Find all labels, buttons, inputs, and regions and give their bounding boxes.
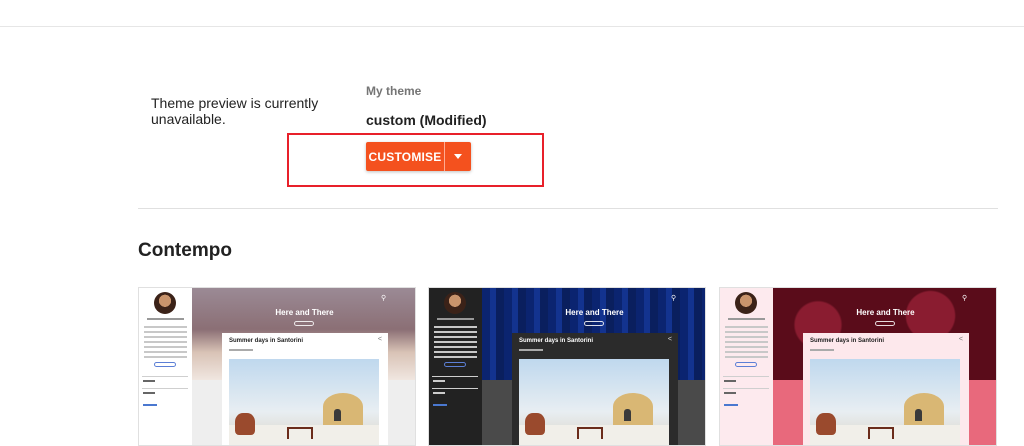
thumbnail-post-title: Summer days in Santorini	[229, 338, 304, 344]
thumbnail-post-card: Summer days in Santorini <	[803, 333, 969, 445]
my-theme-label: My theme	[366, 84, 422, 98]
avatar	[444, 292, 466, 314]
thumbnail-sidebar	[429, 288, 482, 445]
customise-dropdown-button[interactable]	[445, 142, 471, 171]
thumbnail-post-title: Summer days in Santorini	[810, 338, 885, 344]
theme-thumbnail[interactable]: ⚲ Here and There Summer days in Santorin…	[428, 287, 706, 446]
theme-family-title: Contempo	[138, 240, 232, 261]
top-bar	[0, 0, 1024, 27]
current-theme-name: custom (Modified)	[366, 112, 487, 128]
thumbnail-sidebar	[720, 288, 773, 445]
avatar	[154, 292, 176, 314]
thumbnail-blog-title: Here and There	[275, 308, 334, 317]
thumbnail-post-title: Summer days in Santorini	[519, 338, 594, 344]
search-icon: ⚲	[381, 295, 387, 302]
theme-preview-message: Theme preview is currently unavailable.	[151, 95, 319, 127]
share-icon: <	[667, 336, 672, 343]
thumbnail-post-card: Summer days in Santorini <	[512, 333, 678, 445]
search-icon: ⚲	[962, 295, 968, 302]
thumbnail-sidebar	[139, 288, 192, 445]
thumbnail-post-card: Summer days in Santorini <	[222, 333, 388, 445]
avatar	[735, 292, 757, 314]
post-photo	[519, 359, 669, 445]
theme-thumbnail[interactable]: ⚲ Here and There Summer days in Santorin…	[719, 287, 997, 446]
caret-down-icon	[454, 154, 462, 159]
customise-button-group: CUSTOMISE	[366, 142, 471, 171]
customise-button[interactable]: CUSTOMISE	[366, 142, 444, 171]
thumbnail-blog-title: Here and There	[565, 308, 624, 317]
search-icon: ⚲	[671, 295, 677, 302]
post-photo	[810, 359, 960, 445]
share-icon: <	[377, 336, 382, 343]
theme-thumbnail[interactable]: ⚲ Here and There Summer days in Santorin…	[138, 287, 416, 446]
thumbnail-blog-title: Here and There	[856, 308, 915, 317]
share-icon: <	[958, 336, 963, 343]
section-divider	[138, 208, 998, 209]
post-photo	[229, 359, 379, 445]
